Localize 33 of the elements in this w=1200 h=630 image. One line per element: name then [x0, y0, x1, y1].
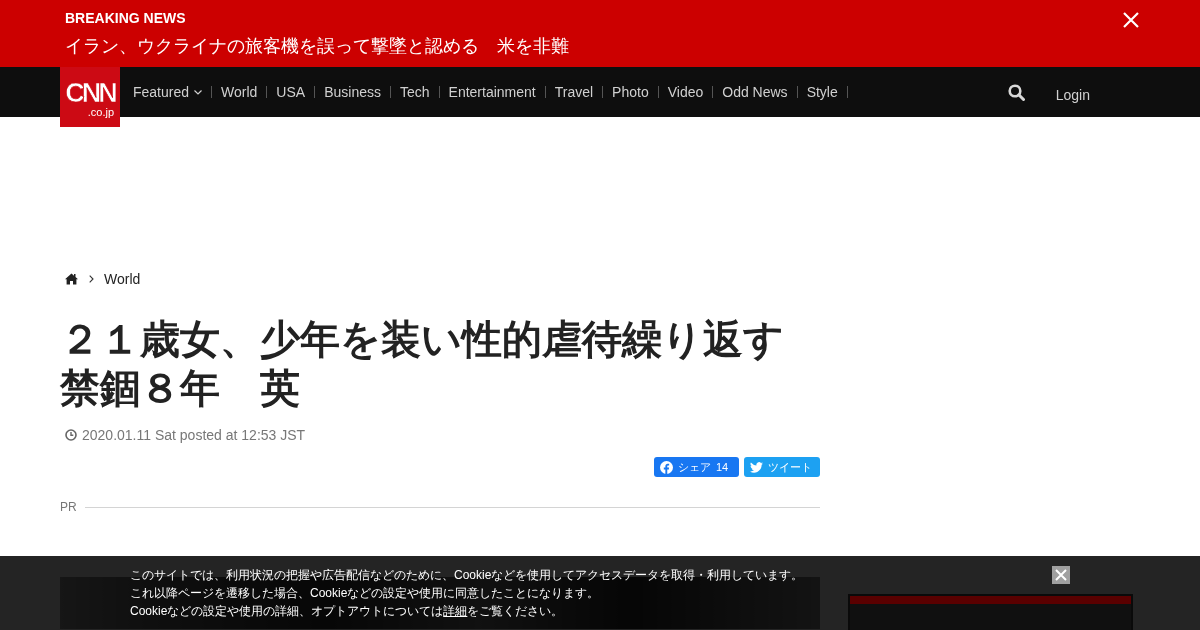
nav-link[interactable]: Photo: [603, 67, 658, 117]
nav-link[interactable]: World: [212, 67, 267, 117]
nav-link[interactable]: Tech: [390, 67, 439, 117]
breaking-news-label: BREAKING NEWS: [65, 10, 187, 26]
details-link[interactable]: 詳細: [443, 604, 468, 618]
cookie-notice-text: このサイトでは、利用状況の把握や広告配信などのために、Cookieなどを使用してアクセスデータを取得・利用しています。: [130, 567, 804, 584]
search-icon[interactable]: [1007, 83, 1025, 101]
bird-logo-icon: [750, 460, 763, 474]
nav-link[interactable]: USA: [267, 67, 315, 117]
nav-link[interactable]: Featured: [124, 67, 212, 117]
facebook-share-button[interactable]: シェア 14: [654, 457, 739, 477]
cookie-notice-text: これ以降ページを遷移した場合、Cookieなどの設定や使用に同意したことになります。: [130, 585, 600, 602]
nav-link[interactable]: Video: [658, 67, 713, 117]
nav-link[interactable]: Business: [315, 67, 390, 117]
cookie-notice-text: Cookieなどの設定や使用の詳細、オプトアウトについては詳細をご覧ください。: [130, 603, 564, 620]
nav-link[interactable]: Travel: [545, 67, 603, 117]
close-icon[interactable]: [1052, 566, 1070, 584]
breaking-news-headline[interactable]: イラン、ウクライナの旅客機を誤って撃墜と認める 米を非難: [65, 34, 569, 58]
publish-date: 2020.01.11 Sat posted at 12:53 JST: [82, 427, 306, 443]
article-title: ２１歳女、少年を装い性的虐待繰り返す禁錮８年 英: [60, 316, 785, 412]
facebook-logo-icon: [660, 460, 673, 474]
breadcrumb-link[interactable]: World: [104, 271, 141, 287]
site-logo[interactable]: CNN .co.jp: [60, 67, 120, 127]
close-icon[interactable]: [1122, 11, 1140, 29]
nav-link[interactable]: Odd News: [713, 67, 797, 117]
nav-link[interactable]: Style: [797, 67, 847, 117]
pr-label: PR: [60, 500, 77, 514]
login-link[interactable]: Login: [1055, 86, 1090, 103]
chevron-down-icon: [194, 89, 203, 95]
home-icon[interactable]: [65, 273, 78, 285]
clock-icon: [65, 429, 77, 441]
nav-link[interactable]: Entertainment: [439, 67, 545, 117]
chevron-right-icon: [89, 275, 94, 283]
